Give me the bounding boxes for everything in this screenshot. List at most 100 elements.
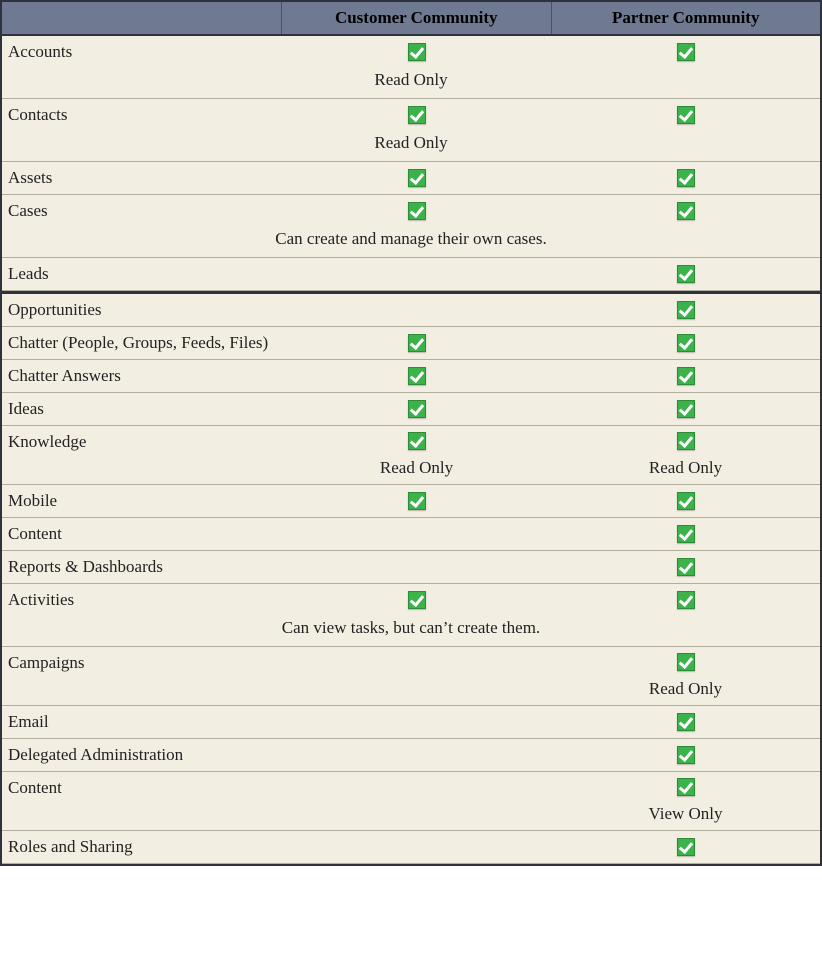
customer-note: Read Only <box>380 452 453 478</box>
check-icon <box>677 746 695 764</box>
partner-community-cell <box>551 551 820 583</box>
customer-community-cell <box>282 831 551 863</box>
customer-community-cell <box>282 551 551 583</box>
customer-community-cell <box>282 360 551 392</box>
check-icon <box>677 492 695 510</box>
customer-community-cell <box>282 99 551 131</box>
feature-name: Campaigns <box>2 647 282 705</box>
partner-community-cell: Read Only <box>551 647 820 705</box>
customer-community-cell <box>282 647 551 705</box>
table-row-main: Campaigns Read Only <box>2 647 820 705</box>
partner-note: Read Only <box>649 673 722 699</box>
table-row-main: Leads <box>2 258 820 290</box>
table-header-row: Customer Community Partner Community <box>2 2 820 36</box>
table-row: AccountsRead Only <box>2 36 820 99</box>
customer-community-cell <box>282 772 551 830</box>
table-row-main: Roles and Sharing <box>2 831 820 863</box>
check-icon <box>677 106 695 124</box>
check-icon <box>677 591 695 609</box>
table-row: Campaigns Read Only <box>2 647 820 706</box>
customer-community-cell <box>282 294 551 326</box>
check-icon <box>408 591 426 609</box>
header-partner-community: Partner Community <box>552 2 821 34</box>
customer-community-cell <box>282 584 551 616</box>
feature-name: Content <box>2 518 282 550</box>
partner-community-cell: Read Only <box>551 426 820 484</box>
table-row: Mobile <box>2 485 820 518</box>
customer-community-cell <box>282 393 551 425</box>
check-icon <box>677 778 695 796</box>
partner-community-cell <box>551 584 820 616</box>
customer-community-cell <box>282 195 551 227</box>
partner-community-cell <box>551 739 820 771</box>
partner-community-cell: View Only <box>551 772 820 830</box>
table-row-main: Content View Only <box>2 772 820 830</box>
check-icon <box>677 43 695 61</box>
check-icon <box>408 492 426 510</box>
partner-community-cell <box>551 294 820 326</box>
check-icon <box>408 106 426 124</box>
check-icon <box>677 334 695 352</box>
check-icon <box>677 432 695 450</box>
check-icon <box>677 653 695 671</box>
check-icon <box>677 558 695 576</box>
partner-community-cell <box>551 36 820 68</box>
check-icon <box>677 301 695 319</box>
feature-name: Content <box>2 772 282 830</box>
feature-name: Mobile <box>2 485 282 517</box>
table-row-main: Ideas <box>2 393 820 425</box>
check-icon <box>408 202 426 220</box>
partner-community-cell <box>551 162 820 194</box>
partner-community-cell <box>551 706 820 738</box>
feature-name: Opportunities <box>2 294 282 326</box>
partner-community-cell <box>551 831 820 863</box>
partner-community-cell <box>551 485 820 517</box>
customer-community-cell <box>282 162 551 194</box>
header-feature <box>2 2 282 34</box>
partner-community-cell <box>551 195 820 227</box>
feature-comparison-table: Customer Community Partner Community Acc… <box>0 0 822 866</box>
partner-community-cell <box>551 258 820 290</box>
customer-community-cell <box>282 518 551 550</box>
feature-name: Cases <box>2 195 282 227</box>
table-row: Reports & Dashboards <box>2 551 820 584</box>
check-icon <box>408 400 426 418</box>
table-row: Opportunities <box>2 294 820 327</box>
check-icon <box>677 713 695 731</box>
check-icon <box>677 169 695 187</box>
feature-name: Reports & Dashboards <box>2 551 282 583</box>
table-row: Assets <box>2 162 820 195</box>
table-row: CasesCan create and manage their own cas… <box>2 195 820 258</box>
partner-note: View Only <box>648 798 722 824</box>
feature-name: Assets <box>2 162 282 194</box>
row-span-note: Can view tasks, but can’t create them. <box>2 616 820 646</box>
table-row-main: Opportunities <box>2 294 820 326</box>
table-row-main: Assets <box>2 162 820 194</box>
table-row-main: Delegated Administration <box>2 739 820 771</box>
check-icon <box>408 432 426 450</box>
check-icon <box>677 838 695 856</box>
table-row-main: Content <box>2 518 820 550</box>
check-icon <box>408 334 426 352</box>
table-row: Chatter (People, Groups, Feeds, Files) <box>2 327 820 360</box>
table-row: Chatter Answers <box>2 360 820 393</box>
table-row: KnowledgeRead OnlyRead Only <box>2 426 820 485</box>
table-row: Delegated Administration <box>2 739 820 772</box>
table-row-main: Chatter (People, Groups, Feeds, Files) <box>2 327 820 359</box>
customer-community-cell <box>282 485 551 517</box>
customer-community-cell <box>282 36 551 68</box>
feature-name: Chatter (People, Groups, Feeds, Files) <box>2 327 282 359</box>
check-icon <box>408 43 426 61</box>
feature-name: Accounts <box>2 36 282 68</box>
table-row-main: Activities <box>2 584 820 616</box>
table-row-main: KnowledgeRead OnlyRead Only <box>2 426 820 484</box>
partner-community-cell <box>551 393 820 425</box>
check-icon <box>677 400 695 418</box>
partner-community-cell <box>551 99 820 131</box>
customer-community-cell: Read Only <box>282 426 551 484</box>
table-row: ActivitiesCan view tasks, but can’t crea… <box>2 584 820 647</box>
check-icon <box>677 367 695 385</box>
table-row-main: Accounts <box>2 36 820 68</box>
feature-name: Leads <box>2 258 282 290</box>
customer-community-cell <box>282 327 551 359</box>
